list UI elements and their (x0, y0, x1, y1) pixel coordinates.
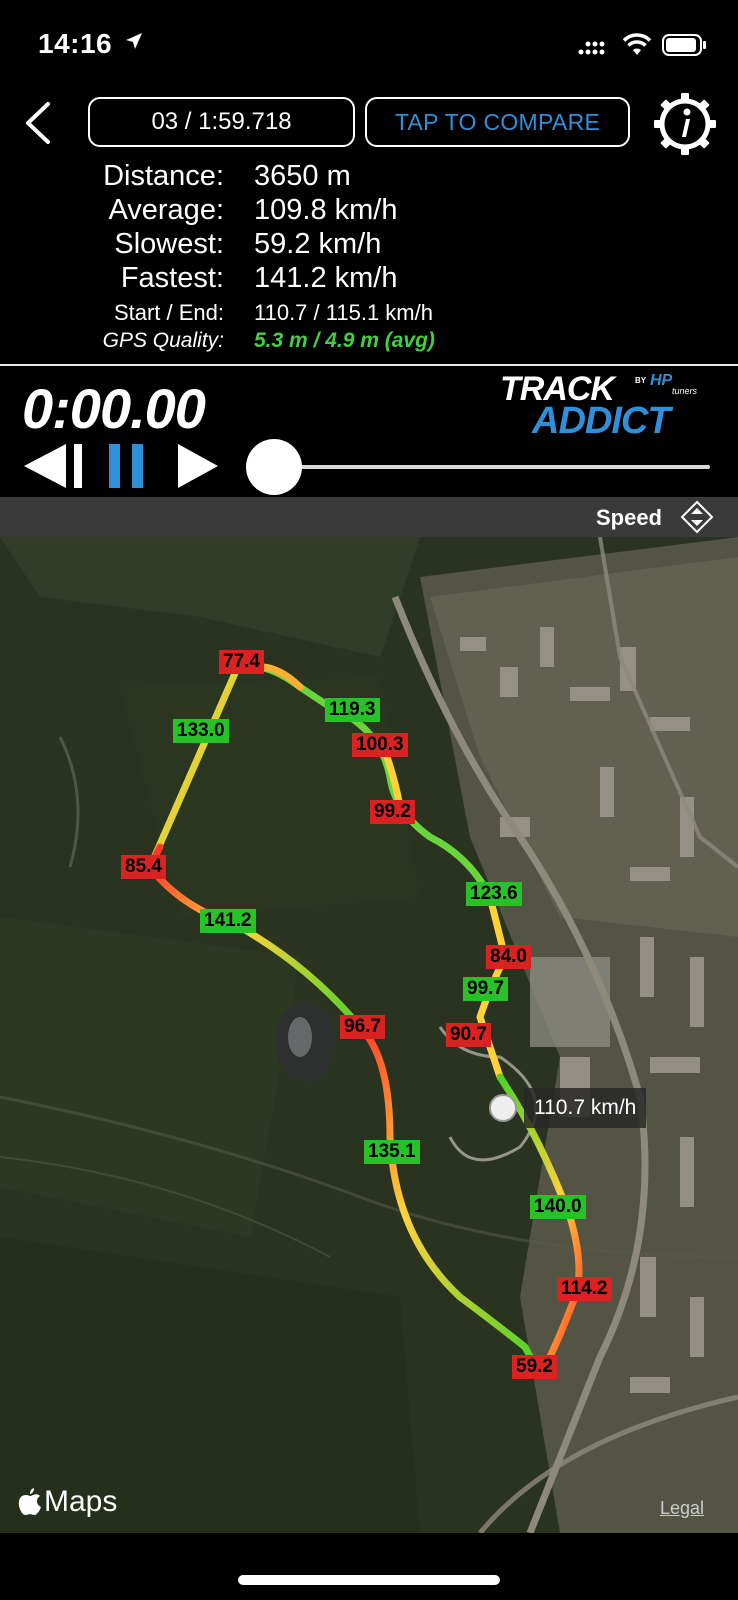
play-button[interactable] (176, 442, 220, 490)
stat-row-distance: Distance: 3650 m (0, 160, 738, 194)
legal-link[interactable]: Legal (660, 1498, 704, 1519)
home-indicator[interactable] (238, 1575, 500, 1585)
speed-segment-label: 90.7 (446, 1023, 491, 1047)
compare-label: TAP TO COMPARE (394, 108, 601, 135)
logo-addict-text: ADDICT (532, 400, 671, 442)
stat-value: 109.8 km/h (254, 194, 398, 226)
stat-value: 5.3 m / 4.9 m (avg) (254, 329, 435, 352)
stat-value: 141.2 km/h (254, 262, 398, 294)
speed-segment-label: 99.2 (370, 800, 415, 824)
satellite-map[interactable]: 77.4 133.0 119.3 100.3 99.2 85.4 141.2 1… (0, 537, 738, 1533)
stat-row-fastest: Fastest: 141.2 km/h (0, 262, 738, 296)
trackaddict-logo: TRACK BY HP tuners ADDICT (500, 370, 710, 442)
speed-segment-label: 77.4 (219, 650, 264, 674)
step-back-button[interactable] (22, 442, 88, 490)
speed-segment-label: 123.6 (466, 882, 522, 906)
speed-segment-label: 96.7 (340, 1015, 385, 1039)
playback-slider-thumb[interactable] (246, 439, 302, 495)
speed-segment-label: 99.7 (463, 977, 508, 1001)
pause-button[interactable] (106, 442, 146, 490)
status-time: 14:16 (38, 28, 113, 59)
playback-timer: 0:00.00 (22, 377, 206, 440)
stat-label: GPS Quality: (102, 329, 224, 352)
position-speed-label: 110.7 km/h (524, 1088, 647, 1128)
speed-segment-label: 100.3 (352, 733, 408, 757)
mode-toggle-icon[interactable] (680, 500, 714, 534)
map-mode-bar: Speed (0, 497, 738, 537)
speed-segment-label: 119.3 (325, 698, 380, 722)
location-arrow-icon (126, 33, 142, 49)
wifi-icon (622, 33, 652, 55)
stat-label: Distance: (103, 160, 224, 192)
speed-segment-label: 84.0 (486, 945, 531, 969)
logo-by-text: BY (635, 376, 647, 385)
playback-slider-track[interactable] (272, 465, 710, 469)
stat-label: Fastest: (120, 262, 224, 294)
position-marker[interactable] (489, 1094, 517, 1122)
apple-maps-credit: Maps (18, 1485, 117, 1519)
stat-row-gps-quality: GPS Quality: 5.3 m / 4.9 m (avg) (0, 329, 738, 363)
speed-segment-label: 85.4 (121, 855, 166, 879)
battery-icon (662, 34, 706, 56)
speed-segment-label: 135.1 (364, 1140, 420, 1164)
speed-segment-label: 114.2 (557, 1277, 612, 1301)
stat-value: 3650 m (254, 160, 351, 192)
speed-segment-label: 140.0 (530, 1195, 586, 1219)
stat-value: 110.7 / 115.1 km/h (254, 300, 433, 325)
stat-label: Start / End: (113, 300, 224, 325)
lap-selector-label: 03 / 1:59.718 (151, 108, 292, 135)
stat-label: Average: (108, 194, 224, 226)
stat-value: 59.2 km/h (254, 228, 382, 260)
info-gear-icon[interactable] (652, 91, 718, 157)
maps-credit-text: Maps (44, 1485, 118, 1518)
lap-selector-button[interactable]: 03 / 1:59.718 (88, 97, 355, 147)
back-chevron-icon[interactable] (18, 100, 58, 146)
stat-label: Slowest: (114, 228, 224, 260)
divider (0, 364, 738, 366)
speed-segment-label: 133.0 (173, 719, 229, 743)
logo-tuners-text: tuners (672, 386, 698, 396)
map-mode-label[interactable]: Speed (596, 505, 662, 531)
speed-segment-label: 141.2 (200, 909, 256, 933)
cellular-signal-icon (578, 41, 605, 55)
apple-logo-icon (18, 1488, 41, 1515)
stat-row-slowest: Slowest: 59.2 km/h (0, 228, 738, 262)
speed-segment-label: 59.2 (512, 1355, 557, 1379)
logo-hp-text: HP (650, 372, 673, 389)
stat-row-average: Average: 109.8 km/h (0, 194, 738, 228)
tap-to-compare-button[interactable]: TAP TO COMPARE (365, 97, 630, 147)
